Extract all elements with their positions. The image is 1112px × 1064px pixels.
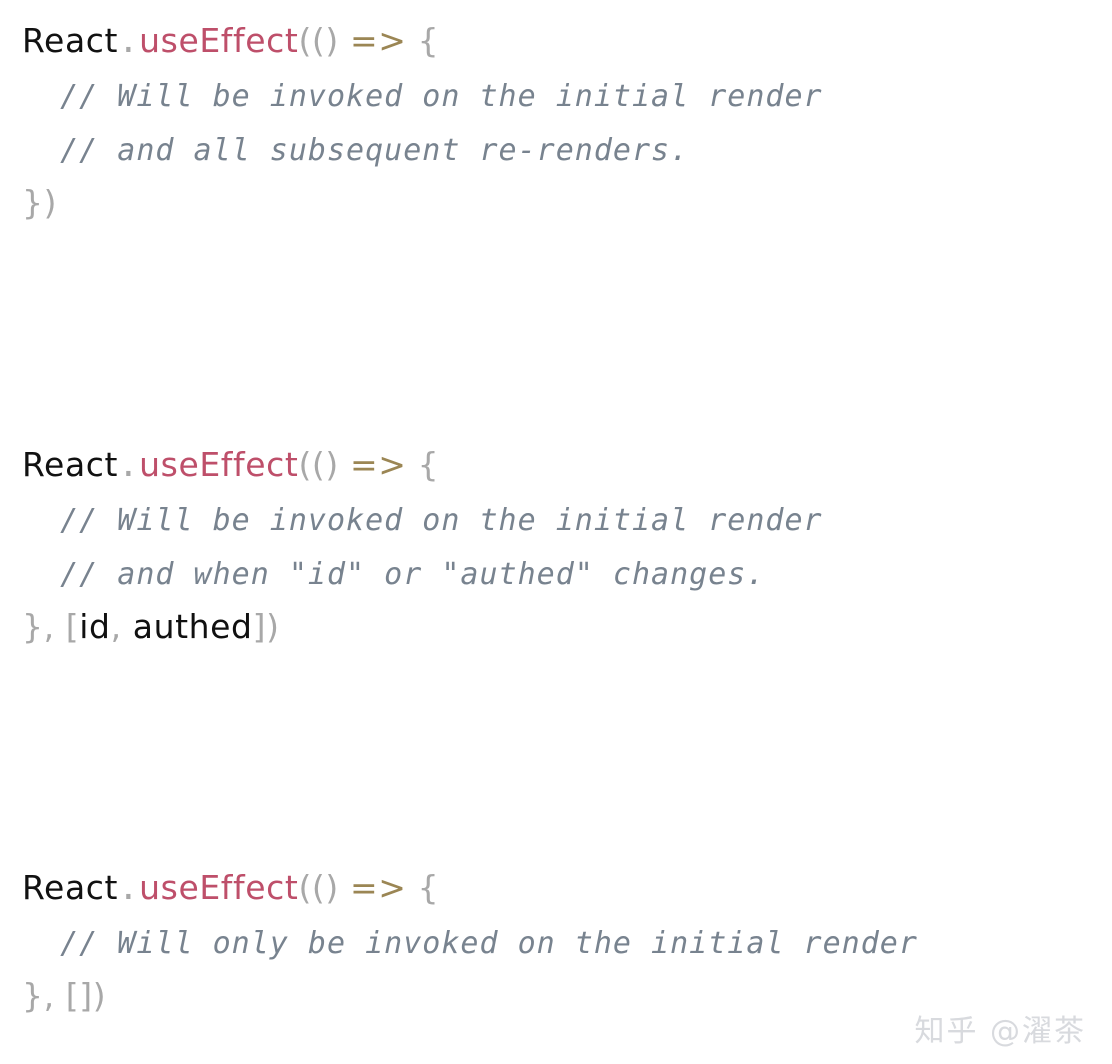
code-token-arrow: => — [349, 445, 407, 484]
code-token-punct: }, [ — [22, 607, 80, 646]
code-line: React.useEffect(() => { — [22, 438, 1092, 492]
code-token-dot: . — [118, 21, 140, 61]
code-token-prop: useEffect — [139, 445, 299, 484]
code-line: // and all subsequent re-renders. — [22, 122, 1092, 176]
code-token-punct — [339, 21, 350, 60]
code-snippet-page: React.useEffect(() => { // Will be invok… — [0, 0, 1112, 1064]
code-token-comment: // and all subsequent re-renders. — [22, 133, 690, 168]
code-line: // Will be invoked on the initial render — [22, 492, 1092, 546]
code-token-punct: }, []) — [22, 976, 107, 1015]
code-token-comment: // Will be invoked on the initial render — [22, 503, 823, 538]
code-token-dot: . — [118, 445, 140, 485]
code-block-with-deps: React.useEffect(() => { // Will be invok… — [22, 438, 1092, 654]
code-token-punct — [339, 445, 350, 484]
code-token-punct: { — [406, 445, 440, 484]
code-line: // Will be invoked on the initial render — [22, 68, 1092, 122]
code-token-prop: useEffect — [139, 868, 299, 907]
code-token-dot: . — [118, 868, 140, 908]
code-line: React.useEffect(() => { — [22, 14, 1092, 68]
code-token-punct: { — [406, 21, 440, 60]
code-token-punct: { — [406, 868, 440, 907]
zhihu-watermark: 知乎 @濯茶 — [914, 1014, 1086, 1049]
code-token-comment: // Will be invoked on the initial render — [22, 79, 823, 114]
code-token-comment: // and when "id" or "authed" changes. — [22, 557, 766, 592]
code-token-arrow: => — [349, 21, 407, 60]
code-line: // and when "id" or "authed" changes. — [22, 546, 1092, 600]
code-token-punct: }) — [22, 183, 58, 222]
code-token-punct: (() — [298, 868, 339, 907]
code-token-punct: ]) — [252, 607, 280, 646]
code-token-ident: id — [79, 607, 111, 646]
code-token-plain: React — [22, 21, 119, 60]
code-token-ident: authed — [132, 607, 253, 646]
code-token-punct: (() — [298, 445, 339, 484]
code-token-prop: useEffect — [139, 21, 299, 60]
code-token-punct: , — [110, 607, 133, 646]
code-line: }, [id, authed]) — [22, 600, 1092, 654]
code-block-empty-deps: React.useEffect(() => { // Will only be … — [22, 861, 1092, 1023]
code-block-no-deps: React.useEffect(() => { // Will be invok… — [22, 14, 1092, 230]
code-token-arrow: => — [349, 868, 407, 907]
code-token-punct: (() — [298, 21, 339, 60]
code-line: }) — [22, 176, 1092, 230]
code-token-punct — [339, 868, 350, 907]
code-token-plain: React — [22, 445, 119, 484]
code-line: // Will only be invoked on the initial r… — [22, 915, 1092, 969]
code-token-comment: // Will only be invoked on the initial r… — [22, 926, 918, 961]
code-token-plain: React — [22, 868, 119, 907]
code-line: React.useEffect(() => { — [22, 861, 1092, 915]
